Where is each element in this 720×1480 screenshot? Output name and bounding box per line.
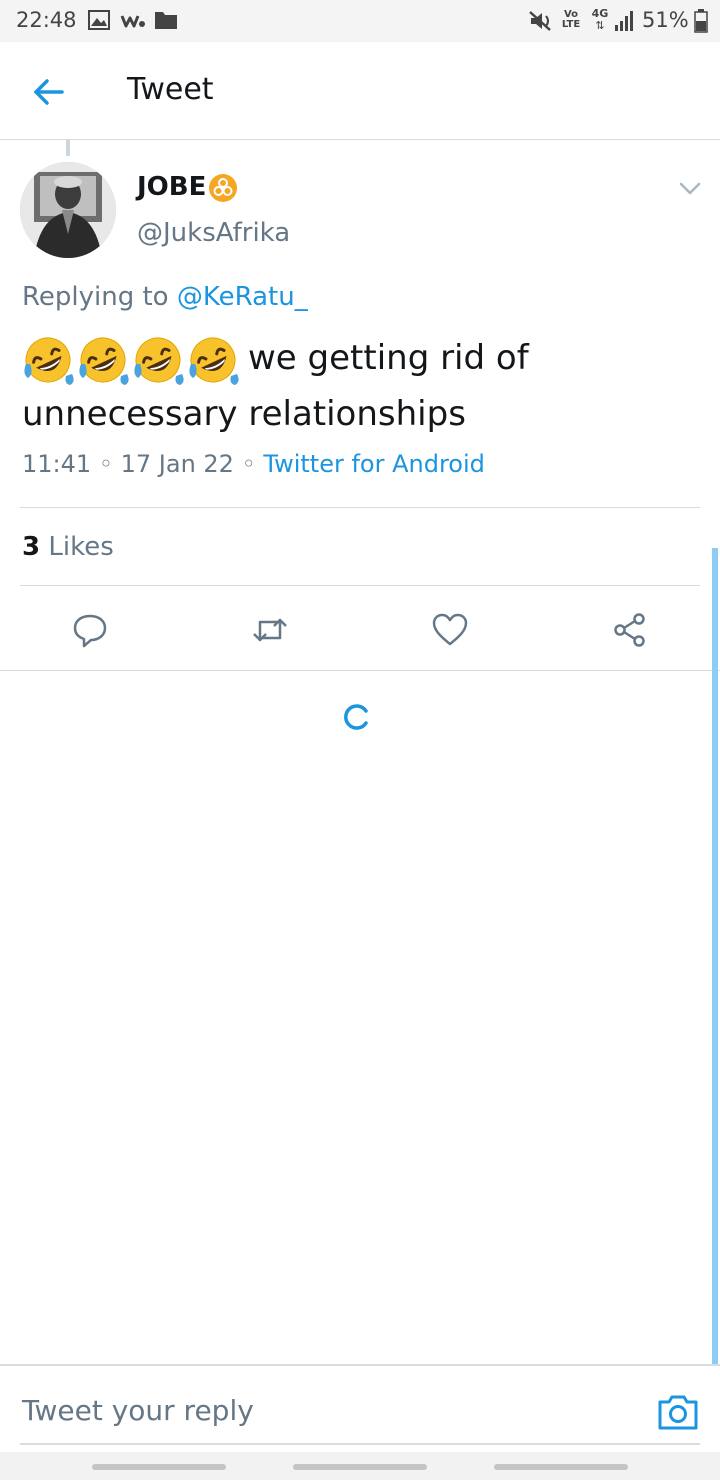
nav-gesture-home[interactable] [293, 1464, 427, 1470]
rofl-emoji-icon [134, 337, 184, 385]
avatar-photo [20, 162, 116, 258]
replying-to-mention-link[interactable]: @KeRatu_ [177, 282, 308, 312]
camera-icon[interactable] [656, 1392, 700, 1432]
signal-icon [615, 11, 633, 31]
back-arrow-icon[interactable] [28, 72, 68, 112]
folder-icon [155, 12, 177, 29]
volte-icon: Vo LTE [561, 9, 581, 30]
divider [20, 507, 700, 508]
mute-icon [529, 11, 551, 31]
display-name-text: JOBE [137, 172, 207, 202]
thread-connector [66, 140, 70, 156]
tweet-actions [0, 600, 720, 656]
divider [0, 670, 720, 671]
display-name[interactable]: JOBE [137, 172, 238, 203]
biohazard-emoji-icon [209, 173, 238, 202]
avatar[interactable] [20, 162, 116, 258]
rofl-emoji-group [22, 334, 242, 386]
reply-composer[interactable]: Tweet your reply [0, 1364, 720, 1446]
share-icon[interactable] [610, 610, 650, 650]
app-header: Tweet [0, 42, 720, 140]
status-bar: 22:48 Vo LTE 4G ⇅ 51% [0, 0, 720, 42]
page-title: Tweet [127, 72, 214, 107]
tweet-time: 11:41 [22, 450, 92, 478]
tweet-date: 17 Jan 22 [120, 450, 234, 478]
reply-input-placeholder[interactable]: Tweet your reply [22, 1394, 254, 1427]
scrollbar[interactable] [712, 548, 718, 1364]
image-icon [88, 10, 110, 30]
4g-icon: 4G ⇅ [591, 7, 609, 32]
like-heart-icon[interactable] [430, 610, 470, 650]
rofl-emoji-icon [24, 337, 74, 385]
tweet-metadata: 11:41 ◦ 17 Jan 22 ◦ Twitter for Android [22, 450, 485, 478]
replying-to-label: Replying to [22, 282, 169, 312]
replying-to: Replying to @KeRatu_ [22, 282, 308, 312]
battery-icon [694, 9, 708, 33]
divider [20, 585, 700, 586]
divider [20, 1443, 700, 1445]
status-time: 22:48 [16, 8, 77, 32]
rofl-emoji-icon [189, 337, 239, 385]
likes-label: Likes [48, 532, 114, 562]
walkman-icon [120, 15, 145, 28]
user-handle[interactable]: @JuksAfrika [137, 218, 290, 248]
likes-count: 3 [22, 532, 41, 562]
nav-gesture-left[interactable] [92, 1464, 226, 1470]
loading-spinner-icon [344, 704, 368, 730]
retweet-icon[interactable] [250, 610, 290, 650]
tweet-source-link[interactable]: Twitter for Android [263, 450, 484, 478]
chevron-down-icon[interactable] [676, 176, 704, 200]
likes-count-link[interactable]: 3 Likes [22, 532, 114, 562]
reply-icon[interactable] [70, 610, 110, 650]
nav-gesture-right[interactable] [494, 1464, 628, 1470]
battery-percent: 51% [642, 8, 689, 32]
meta-separator: ◦ [98, 450, 121, 478]
system-nav-bar [0, 1452, 720, 1480]
rofl-emoji-icon [79, 337, 129, 385]
meta-separator: ◦ [241, 450, 264, 478]
tweet-body: we getting rid of unnecessary relationsh… [22, 330, 702, 442]
